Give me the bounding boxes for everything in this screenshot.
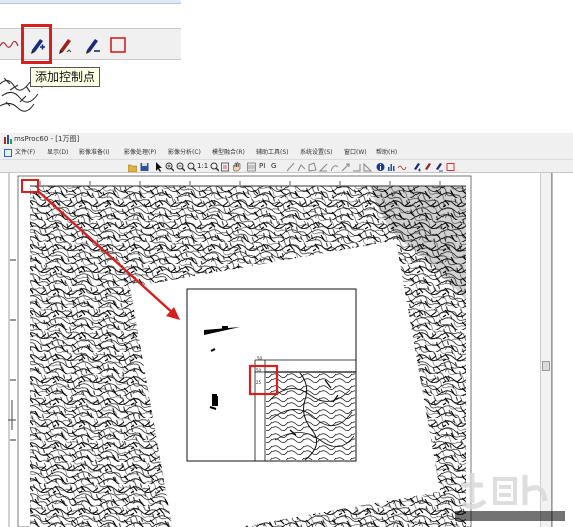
zoomed-inset-panel: 50 50 25 — [186, 288, 357, 462]
inset-label-1: 50 — [257, 356, 263, 361]
screenshot-composite: 添加控制点 msProc60 - [1万图] 文件(F) 显示(D) 影像准备(… — [0, 0, 573, 527]
inset-label-3: 25 — [256, 380, 262, 385]
inset-label-2: 50 — [256, 368, 262, 373]
topographic-map: 50 50 25 — [8, 175, 472, 527]
site-watermark-logo — [455, 473, 565, 521]
